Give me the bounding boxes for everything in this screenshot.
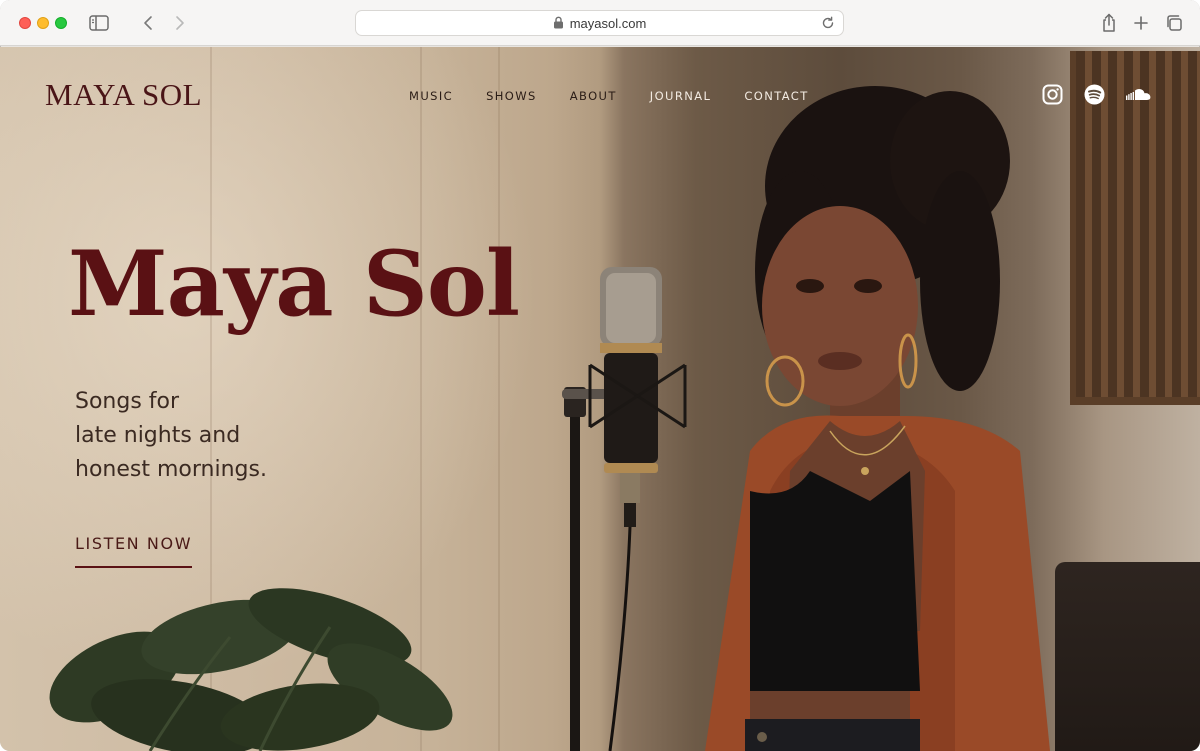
main-navigation: MUSIC SHOWS ABOUT JOURNAL CONTACT: [409, 89, 809, 103]
tab-overview-icon[interactable]: [1164, 13, 1184, 33]
browser-window: mayasol.com MAYA SOL MUSIC SHOWS ABOUT J…: [0, 0, 1200, 751]
url-text: mayasol.com: [569, 15, 647, 31]
forward-arrow-icon[interactable]: [171, 13, 189, 33]
minimize-window-button[interactable]: [37, 17, 49, 29]
back-arrow-icon[interactable]: [139, 13, 157, 33]
nav-about[interactable]: ABOUT: [570, 89, 617, 103]
listen-now-button[interactable]: LISTEN NOW: [75, 534, 193, 568]
nav-journal[interactable]: JOURNAL: [650, 89, 712, 103]
new-tab-icon[interactable]: [1131, 13, 1151, 33]
site-logo[interactable]: MAYA SOL: [45, 77, 202, 113]
tagline-line: late nights and: [75, 423, 241, 448]
singer-photo: [705, 86, 1050, 751]
plant-image: [49, 588, 453, 751]
nav-contact[interactable]: CONTACT: [744, 89, 808, 103]
hero-tagline: Songs for late nights and honest morning…: [75, 385, 267, 487]
nav-shows[interactable]: SHOWS: [486, 89, 537, 103]
sidebar-toggle-icon[interactable]: [88, 13, 110, 33]
hero-title: Maya Sol: [68, 231, 520, 337]
lock-icon: [553, 16, 565, 30]
instagram-icon[interactable]: [1042, 84, 1063, 105]
share-icon[interactable]: [1099, 12, 1119, 34]
browser-toolbar: mayasol.com: [0, 0, 1200, 46]
reload-icon[interactable]: [821, 16, 836, 31]
hero-section: MAYA SOL MUSIC SHOWS ABOUT JOURNAL CONTA…: [0, 47, 1200, 751]
sofa: [1055, 562, 1200, 751]
wall-panel-seam: [498, 47, 500, 751]
soundcloud-icon[interactable]: [1124, 84, 1152, 105]
tagline-line: Songs for: [75, 389, 180, 414]
close-window-button[interactable]: [19, 17, 31, 29]
address-bar[interactable]: mayasol.com: [355, 10, 844, 36]
zoom-window-button[interactable]: [55, 17, 67, 29]
nav-music[interactable]: MUSIC: [409, 89, 453, 103]
spotify-icon[interactable]: [1084, 84, 1105, 105]
tagline-line: honest mornings.: [75, 457, 267, 482]
